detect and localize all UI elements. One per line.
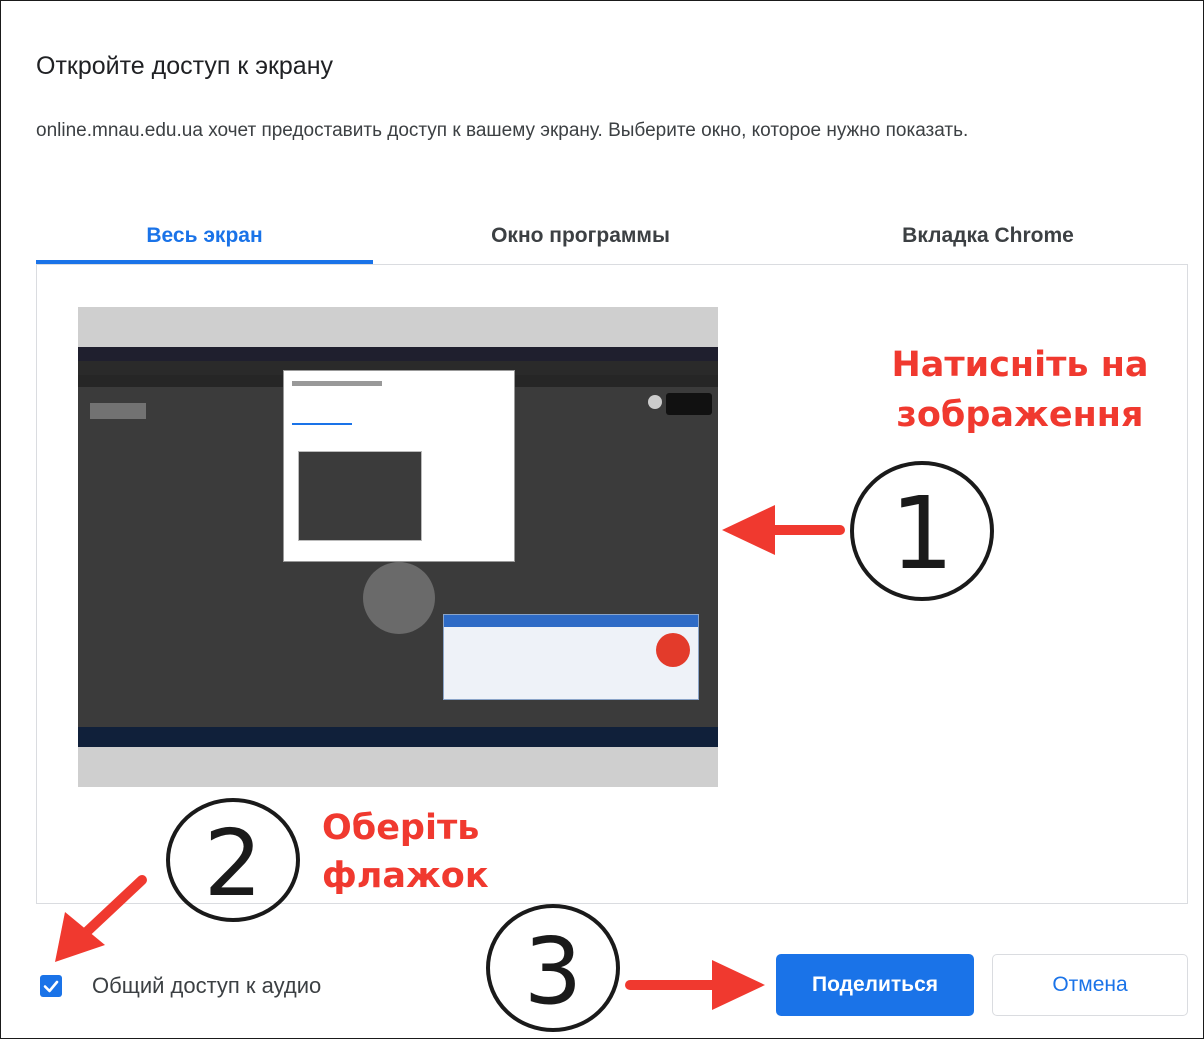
audio-checkbox-label[interactable]: Общий доступ к аудио <box>92 973 321 999</box>
audio-share-row[interactable]: Общий доступ к аудио <box>40 966 321 1006</box>
preview-camera <box>666 393 712 415</box>
preview-taskbar <box>78 727 718 747</box>
audio-checkbox[interactable] <box>40 975 62 997</box>
screen-preview <box>78 347 718 747</box>
screen-thumbnail[interactable] <box>78 307 718 787</box>
preview-share-dialog <box>283 370 515 562</box>
tab-chrome-tab[interactable]: Вкладка Chrome <box>788 208 1188 264</box>
preview-logo <box>90 403 146 419</box>
annotation-step2-text: Оберіть флажок <box>322 808 489 896</box>
preview-recorder-window <box>443 614 699 700</box>
dialog-description: online.mnau.edu.ua хочет предоставить до… <box>36 120 969 141</box>
checkmark-icon <box>43 980 59 993</box>
cancel-button[interactable]: Отмена <box>992 954 1188 1016</box>
preview-tab-bar <box>78 347 718 361</box>
source-tabs: Весь экран Окно программы Вкладка Chrome <box>36 208 1188 264</box>
tab-entire-screen[interactable]: Весь экран <box>36 208 373 264</box>
share-button[interactable]: Поделиться <box>776 954 974 1016</box>
dialog-title: Откройте доступ к экрану <box>36 52 334 80</box>
annotation-step1-text: Натисніть на зображення <box>891 345 1149 435</box>
preview-screen-icon <box>363 562 435 634</box>
tab-application-window[interactable]: Окно программы <box>373 208 788 264</box>
preview-avatar <box>648 395 662 409</box>
